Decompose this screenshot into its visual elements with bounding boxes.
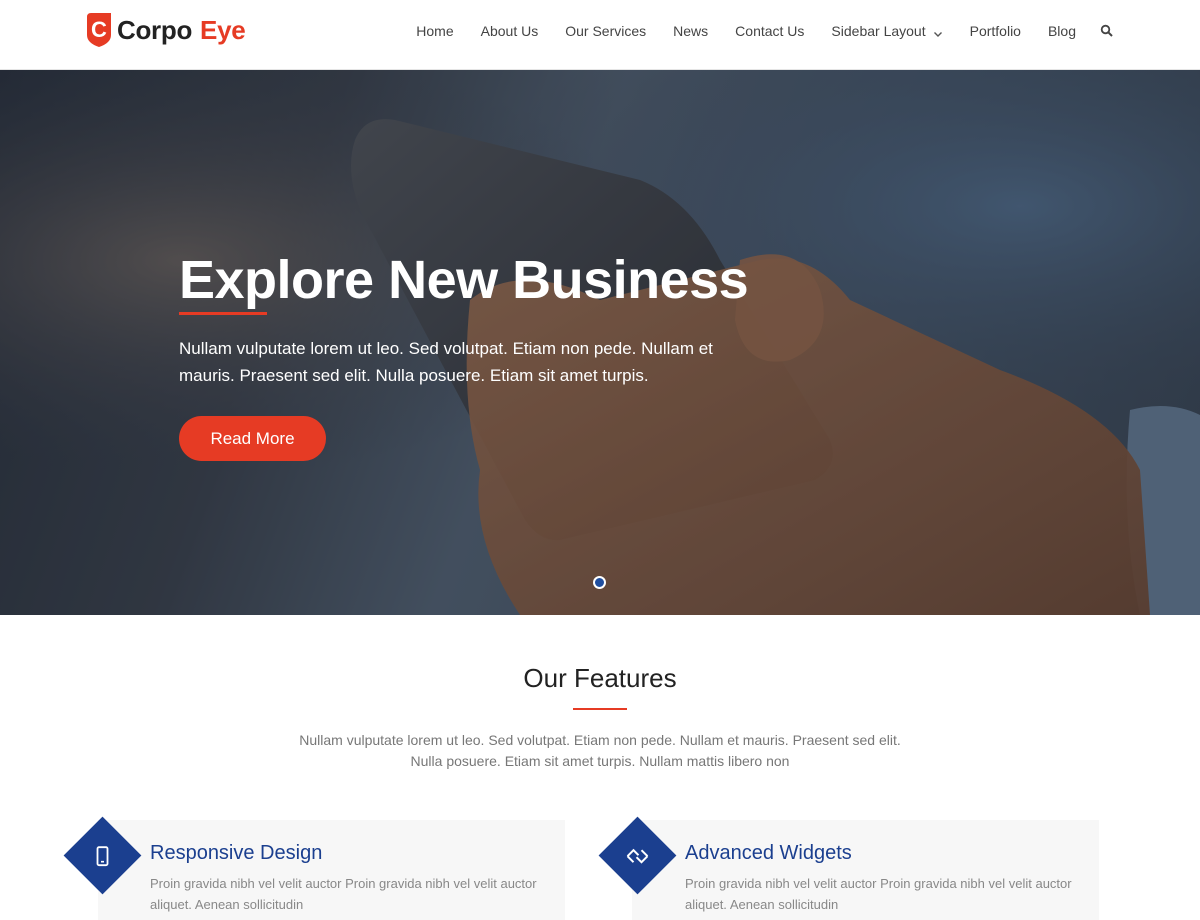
hero-title-underline [179, 312, 267, 315]
hero-slider: Explore New Business Nullam vulputate lo… [0, 70, 1200, 615]
site-logo[interactable]: C Corpo Eye [84, 12, 246, 48]
feature-title-advanced-widgets[interactable]: Advanced Widgets [685, 842, 852, 865]
logo-mark-icon: C [84, 13, 114, 47]
feature-text-responsive-design: Proin gravida nibh vel velit auctor Proi… [150, 876, 537, 912]
features-intro: Nullam vulputate lorem ut leo. Sed volut… [299, 732, 901, 769]
logo-text-part1: Corpo [117, 14, 193, 45]
nav-item-news[interactable]: News [673, 23, 708, 39]
nav-item-contact-us[interactable]: Contact Us [735, 23, 804, 39]
main-nav: Home About Us Our Services News Contact … [389, 0, 1114, 62]
site-header: C Corpo Eye Home About Us Our Services N… [0, 0, 1200, 70]
hero-title: Explore New Business [179, 250, 749, 310]
nav-item-sidebar-layout-label: Sidebar Layout [831, 23, 926, 39]
features-title: Our Features [523, 663, 677, 693]
chevron-down-icon [933, 26, 943, 37]
nav-item-blog[interactable]: Blog [1048, 23, 1076, 39]
read-more-button[interactable]: Read More [179, 416, 326, 461]
hero-content: Explore New Business Nullam vulputate lo… [179, 250, 759, 461]
feature-text-advanced-widgets: Proin gravida nibh vel velit auctor Proi… [685, 876, 1072, 912]
hero-text: Nullam vulputate lorem ut leo. Sed volut… [179, 339, 713, 385]
nav-item-portfolio[interactable]: Portfolio [970, 23, 1021, 39]
slider-dot-active[interactable] [593, 576, 606, 589]
nav-item-our-services[interactable]: Our Services [565, 23, 646, 39]
widgets-icon [626, 848, 649, 863]
nav-item-sidebar-layout[interactable]: Sidebar Layout [831, 23, 942, 39]
mobile-phone-icon [96, 845, 109, 866]
logo-text-part2: Eye [200, 14, 246, 45]
search-icon[interactable] [1100, 24, 1114, 38]
nav-item-about-us[interactable]: About Us [481, 23, 539, 39]
features-title-underline [573, 708, 627, 710]
feature-title-responsive-design[interactable]: Responsive Design [150, 842, 322, 865]
logo-letter: C [91, 17, 107, 42]
nav-item-home[interactable]: Home [416, 23, 453, 39]
